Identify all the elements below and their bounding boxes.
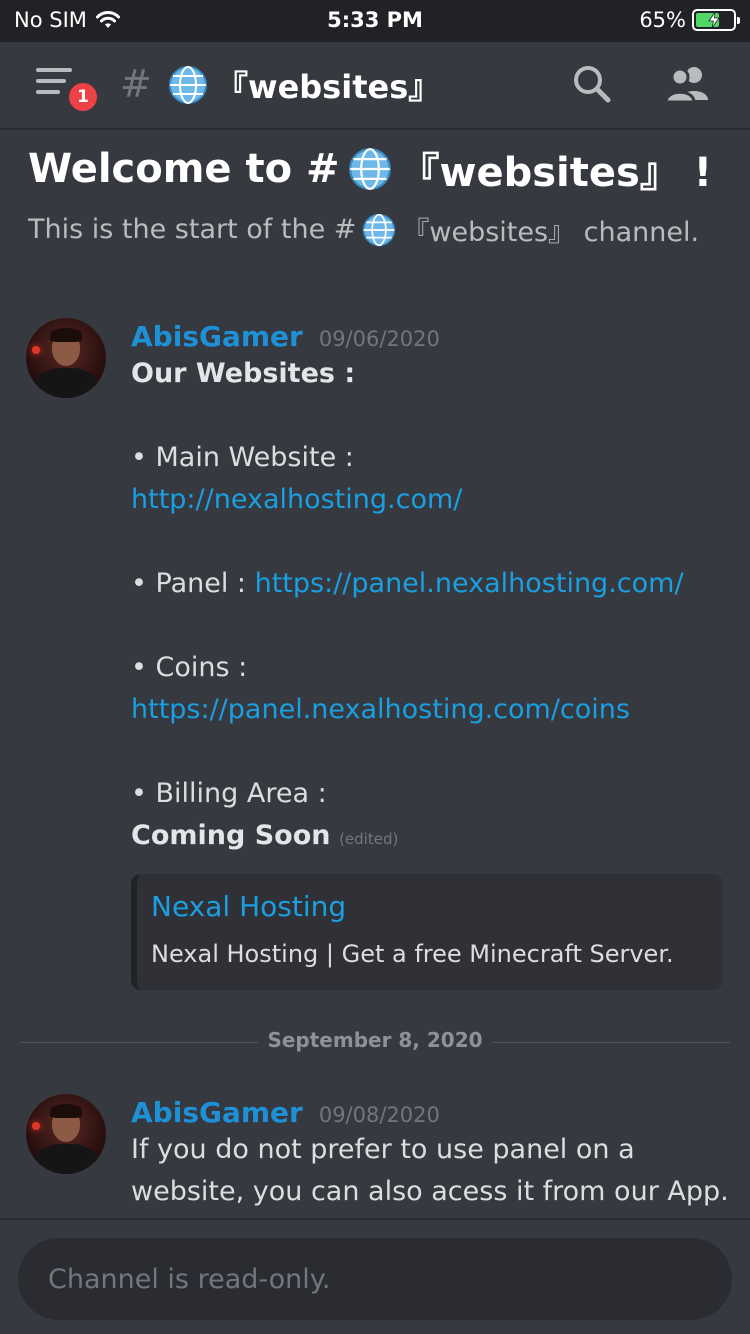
members-icon[interactable]: [664, 64, 712, 104]
embed-description: Nexal Hosting | Get a free Minecraft Ser…: [151, 940, 674, 968]
message-input-area: Channel is read-only.: [0, 1218, 750, 1334]
clock: 5:33 PM: [327, 8, 423, 32]
link-embed[interactable]: Nexal Hosting Nexal Hosting | Get a free…: [131, 874, 723, 990]
notification-badge: 1: [66, 80, 100, 114]
channel-name: 『websites』: [216, 68, 441, 106]
status-bar: No SIM 5:33 PM 65%: [0, 0, 750, 42]
welcome-title: Welcome to # 『websites』 !: [28, 140, 712, 198]
message-header: AbisGamer 09/06/2020: [131, 320, 731, 353]
globe-icon: [363, 213, 396, 246]
username[interactable]: AbisGamer: [131, 1096, 303, 1129]
charging-bolt-icon: [708, 12, 720, 28]
divider-date: September 8, 2020: [267, 1028, 483, 1052]
welcome-title-channel: 『websites』 !: [399, 150, 712, 196]
timestamp: 09/06/2020: [318, 327, 440, 351]
panel-line: • Panel : https://panel.nexalhosting.com…: [131, 563, 731, 605]
avatar[interactable]: [26, 318, 106, 398]
search-icon[interactable]: [572, 64, 612, 104]
billing-label: • Billing Area :: [131, 778, 327, 809]
channel-title: 『websites』: [168, 62, 440, 108]
status-right: 65%: [639, 8, 740, 32]
input-placeholder: Channel is read-only.: [48, 1264, 331, 1295]
panel-link[interactable]: https://panel.nexalhosting.com/: [255, 568, 684, 599]
billing-line: Coming Soon (edited): [131, 815, 731, 860]
welcome-subtitle-suffix: 『websites』 channel.: [402, 217, 700, 248]
channel-hash-icon: #: [120, 62, 152, 106]
message: AbisGamer 09/06/2020 Our Websites : • Ma…: [131, 320, 731, 860]
date-divider: September 8, 2020: [20, 1026, 730, 1058]
channel-header: 1 # 『websites』: [0, 42, 750, 130]
panel-label: • Panel :: [131, 568, 255, 599]
battery-icon: [692, 9, 740, 31]
message-line: website, you can also acess it from our …: [131, 1176, 729, 1207]
timestamp: 09/08/2020: [318, 1103, 440, 1127]
message-input[interactable]: Channel is read-only.: [18, 1238, 732, 1320]
welcome-subtitle-prefix: This is the start of the #: [28, 214, 357, 245]
message-heading: Our Websites :: [131, 358, 356, 389]
battery-percent: 65%: [639, 8, 686, 32]
username[interactable]: AbisGamer: [131, 320, 303, 353]
main-website-label: • Main Website :: [131, 442, 354, 473]
main-website-link[interactable]: http://nexalhosting.com/: [131, 479, 731, 521]
globe-icon: [348, 148, 391, 190]
billing-value: Coming Soon: [131, 820, 331, 851]
message-header: AbisGamer 09/08/2020: [131, 1096, 731, 1129]
message-line: If you do not prefer to use panel on a: [131, 1134, 635, 1165]
avatar[interactable]: [26, 1094, 106, 1174]
globe-icon: [169, 66, 207, 104]
coins-label: • Coins :: [131, 652, 248, 683]
embed-title[interactable]: Nexal Hosting: [151, 890, 346, 923]
edited-tag: (edited): [339, 830, 399, 848]
welcome-title-prefix: Welcome to #: [28, 146, 340, 192]
welcome-subtitle: This is the start of the # 『websites』 ch…: [28, 210, 699, 249]
message: AbisGamer 09/08/2020 If you do not prefe…: [131, 1096, 731, 1213]
coins-link[interactable]: https://panel.nexalhosting.com/coins: [131, 689, 731, 731]
